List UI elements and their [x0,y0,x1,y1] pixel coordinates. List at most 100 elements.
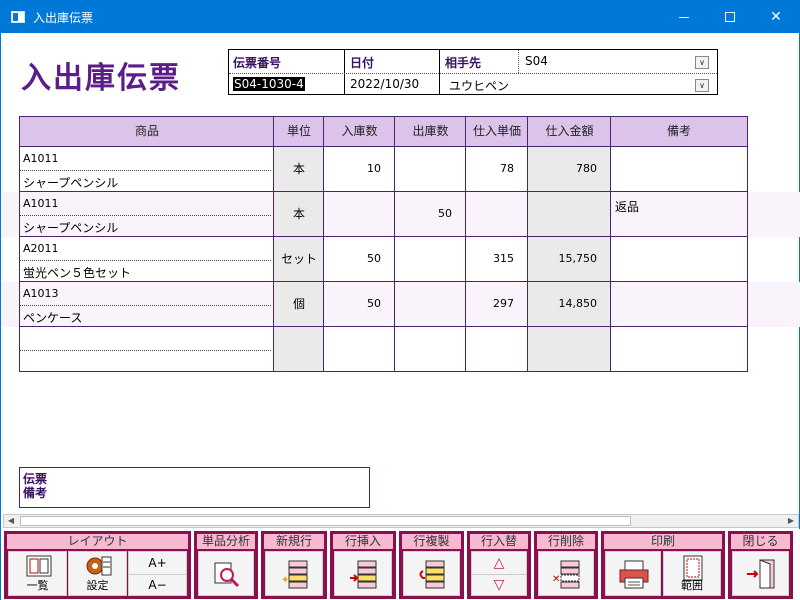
close-group: 閉じる [728,531,793,599]
item-cell[interactable]: A1011 シャープペンシル [19,192,274,237]
unit-cell[interactable]: 個 [273,282,324,327]
out-qty-cell[interactable] [394,327,466,372]
note-cell[interactable] [610,147,748,192]
move-row-up-button[interactable]: △ [472,552,526,574]
in-qty-cell[interactable] [323,192,395,237]
scroll-right-button[interactable]: ▶ [784,515,798,527]
scrollbar-thumb[interactable] [20,516,631,526]
font-decrease-button[interactable]: A− [129,574,186,596]
slip-header: 伝票番号 S04-1030-4 日付 2022/10/30 相手先 S04 ∨ … [228,49,718,95]
copy-row-title: 行複製 [402,534,461,549]
partner-label: 相手先 [445,56,482,70]
item-name: シャープペンシル [23,221,119,235]
column-header-in-qty[interactable]: 入庫数 [323,116,395,147]
horizontal-scrollbar[interactable]: ◀ ▶ [3,514,799,528]
copy-row-button[interactable] [403,551,460,596]
list-view-icon [26,555,52,577]
item-analysis-title: 単品分析 [197,534,255,549]
in-qty-cell[interactable]: 50 [323,237,395,282]
list-view-button[interactable]: 一覧 [8,551,67,596]
amount-cell: 780 [527,147,611,192]
note-cell[interactable]: 返品 [610,192,748,237]
table-row[interactable]: A1013 ペンケース 個 50 297 14,850 [19,282,748,327]
settings-button[interactable]: 設定 [68,551,127,596]
copy-row-group: 行複製 [399,531,464,599]
app-window: 入出庫伝票 ✕ 入出庫伝票 伝票番号 S04-1030-4 日付 2022/10… [0,0,800,600]
svg-text:✦: ✦ [281,575,289,586]
out-qty-cell[interactable]: 50 [394,192,466,237]
table-row[interactable]: A1011 シャープペンシル 本 10 78 780 [19,147,748,192]
close-button[interactable] [732,551,789,596]
print-group-title: 印刷 [604,534,722,549]
column-header-unit[interactable]: 単位 [273,116,324,147]
unit-cell[interactable]: 本 [273,192,324,237]
note-cell[interactable] [610,327,748,372]
arrow-left-icon: ◀ [7,516,15,525]
minimize-button[interactable] [661,1,707,33]
out-qty-cell[interactable] [394,147,466,192]
minimize-icon [679,16,689,18]
delete-row-group: 行削除 ✕ [534,531,598,599]
delete-row-button[interactable]: ✕ [538,551,594,596]
item-cell[interactable] [19,327,274,372]
new-row-icon: ✦ [281,560,308,589]
insert-row-icon [350,560,377,589]
in-qty-cell[interactable] [323,327,395,372]
item-cell[interactable]: A2011 蛍光ペン５色セット [19,237,274,282]
column-header-amount[interactable]: 仕入金額 [527,116,611,147]
column-header-item[interactable]: 商品 [19,116,274,147]
swap-row-group: 行入替 △ ▽ [467,531,531,599]
maximize-button[interactable] [707,1,753,33]
date-field[interactable]: 2022/10/30 [350,77,419,91]
app-icon [11,11,25,23]
delete-row-icon: ✕ [552,560,580,589]
slip-memo-field[interactable]: 伝票 備考 [19,467,370,508]
slip-number-field[interactable]: S04-1030-4 [233,77,305,91]
slip-memo-label-line2: 備考 [23,486,48,500]
item-cell[interactable]: A1011 シャープペンシル [19,147,274,192]
slip-memo-label-line1: 伝票 [23,472,48,486]
copy-row-icon [419,560,445,589]
unit-price-cell[interactable]: 78 [465,147,528,192]
partner-name-dropdown[interactable]: ∨ [695,79,709,92]
in-qty-cell[interactable]: 50 [323,282,395,327]
close-icon: ✕ [770,9,782,25]
move-row-down-button[interactable]: ▽ [472,574,526,596]
note-cell[interactable] [610,237,748,282]
insert-row-button[interactable] [334,551,392,596]
print-range-button[interactable]: 範囲 [663,551,721,596]
scroll-left-button[interactable]: ◀ [4,515,18,527]
out-qty-cell[interactable] [394,282,466,327]
title-bar: 入出庫伝票 ✕ [1,1,799,33]
font-increase-button[interactable]: A+ [129,552,186,574]
column-header-note[interactable]: 備考 [610,116,748,147]
swap-row-title: 行入替 [470,534,528,549]
exit-door-icon [747,559,775,589]
unit-cell[interactable] [273,327,324,372]
item-cell[interactable]: A1013 ペンケース [19,282,274,327]
print-button[interactable] [605,551,661,596]
table-row[interactable] [19,327,748,372]
close-window-button[interactable]: ✕ [753,1,799,33]
unit-price-cell[interactable]: 297 [465,282,528,327]
unit-price-cell[interactable]: 315 [465,237,528,282]
table-row[interactable]: A1011 シャープペンシル 本 50 返品 [19,192,748,237]
column-header-out-qty[interactable]: 出庫数 [394,116,466,147]
note-cell[interactable] [610,282,748,327]
out-qty-cell[interactable] [394,237,466,282]
unit-cell[interactable]: セット [273,237,324,282]
table-row[interactable]: A2011 蛍光ペン５色セット セット 50 315 15,750 [19,237,748,282]
slip-memo-label: 伝票 備考 [23,472,47,500]
partner-code-field[interactable]: S04 [525,54,548,68]
partner-code-dropdown[interactable]: ∨ [695,56,709,69]
swap-row-buttons: △ ▽ [471,551,527,596]
partner-name-field[interactable]: ユウヒペン [449,77,509,94]
new-row-group: 新規行 ✦ [261,531,327,599]
unit-price-cell[interactable] [465,327,528,372]
unit-price-cell[interactable] [465,192,528,237]
column-header-unit-price[interactable]: 仕入単価 [465,116,528,147]
item-analysis-button[interactable] [198,551,254,596]
unit-cell[interactable]: 本 [273,147,324,192]
in-qty-cell[interactable]: 10 [323,147,395,192]
new-row-button[interactable]: ✦ [265,551,323,596]
